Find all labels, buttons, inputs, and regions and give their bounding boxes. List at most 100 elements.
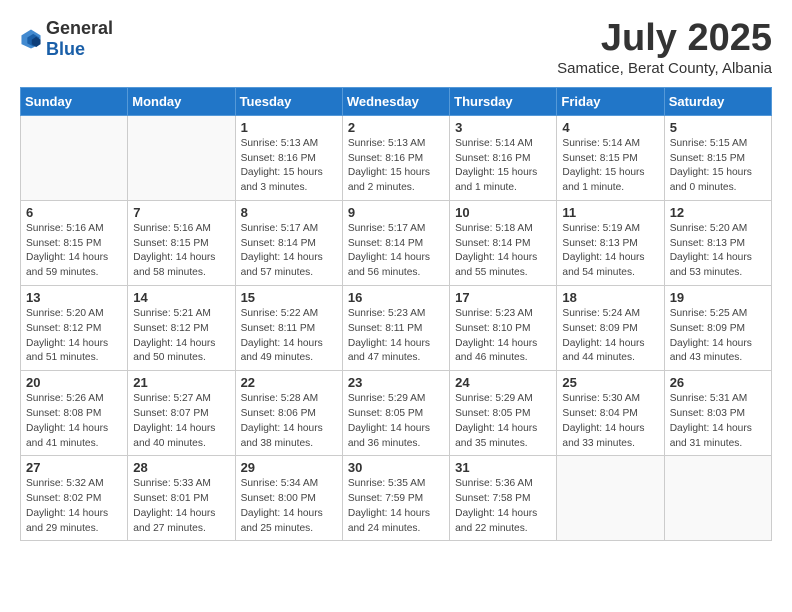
day-info: Sunrise: 5:19 AMSunset: 8:13 PMDaylight:… (562, 222, 658, 281)
day-number: 9 (348, 205, 444, 220)
calendar-cell: 6Sunrise: 5:16 AMSunset: 8:15 PMDaylight… (21, 200, 128, 285)
day-number: 29 (241, 460, 337, 475)
day-info: Sunrise: 5:20 AMSunset: 8:13 PMDaylight:… (670, 222, 766, 281)
day-number: 10 (455, 205, 551, 220)
day-number: 16 (348, 290, 444, 305)
calendar-cell (557, 456, 664, 541)
day-number: 4 (562, 120, 658, 135)
day-number: 26 (670, 375, 766, 390)
calendar-cell: 15Sunrise: 5:22 AMSunset: 8:11 PMDayligh… (235, 286, 342, 371)
calendar-cell: 27 Sunrise: 5:32 AMSunset: 8:02 PMDayligh… (21, 456, 128, 541)
calendar-cell: 7 Sunrise: 5:16 AMSunset: 8:15 PMDaylight… (128, 200, 235, 285)
calendar-cell: 25Sunrise: 5:30 AMSunset: 8:04 PMDayligh… (557, 371, 664, 456)
calendar-cell: 4Sunrise: 5:14 AMSunset: 8:15 PMDaylight… (557, 115, 664, 200)
day-number: 13 (26, 290, 122, 305)
calendar-cell: 9 Sunrise: 5:17 AMSunset: 8:14 PMDaylight… (342, 200, 449, 285)
day-number: 22 (241, 375, 337, 390)
day-info: Sunrise: 5:34 AMSunset: 8:00 PMDaylight:… (241, 477, 337, 536)
page-header: General Blue July 2025 Samatice, Berat C… (20, 18, 772, 77)
calendar-cell: 10 Sunrise: 5:18 AMSunset: 8:14 PMDayligh… (450, 200, 557, 285)
day-number: 31 (455, 460, 551, 475)
calendar-cell: 8Sunrise: 5:17 AMSunset: 8:14 PMDaylight… (235, 200, 342, 285)
day-info: Sunrise: 5:29 AMSunset: 8:05 PMDaylight:… (348, 392, 444, 451)
day-number: 15 (241, 290, 337, 305)
day-number: 28 (133, 460, 229, 475)
day-info: Sunrise: 5:28 AMSunset: 8:06 PMDaylight:… (241, 392, 337, 451)
day-info: Sunrise: 5:16 AMSunset: 8:15 PMDaylight:… (26, 222, 122, 281)
calendar-cell: 1Sunrise: 5:13 AMSunset: 8:16 PMDaylight… (235, 115, 342, 200)
day-number: 19 (670, 290, 766, 305)
calendar-week-3: 13 Sunrise: 5:20 AMSunset: 8:12 PMDayligh… (21, 286, 772, 371)
calendar-cell: 31 Sunrise: 5:36 AMSunset: 7:58 PMDayligh… (450, 456, 557, 541)
calendar-cell: 26 Sunrise: 5:31 AMSunset: 8:03 PMDayligh… (664, 371, 771, 456)
day-info: Sunrise: 5:20 AMSunset: 8:12 PMDaylight:… (26, 307, 122, 366)
calendar-cell: 11 Sunrise: 5:19 AMSunset: 8:13 PMDayligh… (557, 200, 664, 285)
calendar-header-row: Sunday Monday Tuesday Wednesday Thursday… (21, 87, 772, 115)
calendar-cell (128, 115, 235, 200)
calendar-table: Sunday Monday Tuesday Wednesday Thursday… (20, 87, 772, 542)
calendar-cell: 23 Sunrise: 5:29 AMSunset: 8:05 PMDayligh… (342, 371, 449, 456)
logo-general: General (46, 18, 113, 38)
day-number: 27 (26, 460, 122, 475)
day-info: Sunrise: 5:23 AMSunset: 8:11 PMDaylight:… (348, 307, 444, 366)
day-number: 11 (562, 205, 658, 220)
calendar-cell: 16 Sunrise: 5:23 AMSunset: 8:11 PMDayligh… (342, 286, 449, 371)
day-info: Sunrise: 5:13 AMSunset: 8:16 PMDaylight:… (348, 137, 444, 196)
calendar-cell: 20Sunrise: 5:26 AMSunset: 8:08 PMDayligh… (21, 371, 128, 456)
col-friday: Friday (557, 87, 664, 115)
day-number: 12 (670, 205, 766, 220)
logo: General Blue (20, 18, 113, 60)
day-info: Sunrise: 5:17 AMSunset: 8:14 PMDaylight:… (348, 222, 444, 281)
calendar-cell: 19 Sunrise: 5:25 AMSunset: 8:09 PMDayligh… (664, 286, 771, 371)
calendar-cell: 22 Sunrise: 5:28 AMSunset: 8:06 PMDayligh… (235, 371, 342, 456)
day-number: 20 (26, 375, 122, 390)
calendar-cell: 14 Sunrise: 5:21 AMSunset: 8:12 PMDayligh… (128, 286, 235, 371)
day-info: Sunrise: 5:21 AMSunset: 8:12 PMDaylight:… (133, 307, 229, 366)
day-number: 30 (348, 460, 444, 475)
day-info: Sunrise: 5:18 AMSunset: 8:14 PMDaylight:… (455, 222, 551, 281)
calendar-cell: 24Sunrise: 5:29 AMSunset: 8:05 PMDayligh… (450, 371, 557, 456)
day-info: Sunrise: 5:36 AMSunset: 7:58 PMDaylight:… (455, 477, 551, 536)
day-info: Sunrise: 5:13 AMSunset: 8:16 PMDaylight:… (241, 137, 337, 196)
calendar-week-1: 1Sunrise: 5:13 AMSunset: 8:16 PMDaylight… (21, 115, 772, 200)
day-info: Sunrise: 5:16 AMSunset: 8:15 PMDaylight:… (133, 222, 229, 281)
calendar-title: July 2025 (557, 18, 772, 60)
day-number: 5 (670, 120, 766, 135)
day-number: 8 (241, 205, 337, 220)
day-info: Sunrise: 5:31 AMSunset: 8:03 PMDaylight:… (670, 392, 766, 451)
logo-blue: Blue (46, 39, 85, 59)
title-block: July 2025 Samatice, Berat County, Albani… (557, 18, 772, 77)
col-monday: Monday (128, 87, 235, 115)
day-number: 7 (133, 205, 229, 220)
day-info: Sunrise: 5:23 AMSunset: 8:10 PMDaylight:… (455, 307, 551, 366)
calendar-cell: 17 Sunrise: 5:23 AMSunset: 8:10 PMDayligh… (450, 286, 557, 371)
calendar-cell: 3Sunrise: 5:14 AMSunset: 8:16 PMDaylight… (450, 115, 557, 200)
calendar-cell: 30 Sunrise: 5:35 AMSunset: 7:59 PMDayligh… (342, 456, 449, 541)
day-info: Sunrise: 5:24 AMSunset: 8:09 PMDaylight:… (562, 307, 658, 366)
day-info: Sunrise: 5:32 AMSunset: 8:02 PMDaylight:… (26, 477, 122, 536)
calendar-week-2: 6Sunrise: 5:16 AMSunset: 8:15 PMDaylight… (21, 200, 772, 285)
calendar-subtitle: Samatice, Berat County, Albania (557, 60, 772, 77)
calendar-cell (21, 115, 128, 200)
day-number: 21 (133, 375, 229, 390)
day-number: 24 (455, 375, 551, 390)
day-number: 23 (348, 375, 444, 390)
day-number: 14 (133, 290, 229, 305)
logo-icon (20, 28, 42, 50)
day-info: Sunrise: 5:33 AMSunset: 8:01 PMDaylight:… (133, 477, 229, 536)
col-thursday: Thursday (450, 87, 557, 115)
calendar-cell: 2 Sunrise: 5:13 AMSunset: 8:16 PMDaylight… (342, 115, 449, 200)
day-info: Sunrise: 5:35 AMSunset: 7:59 PMDaylight:… (348, 477, 444, 536)
calendar-cell: 5 Sunrise: 5:15 AMSunset: 8:15 PMDaylight… (664, 115, 771, 200)
day-info: Sunrise: 5:27 AMSunset: 8:07 PMDaylight:… (133, 392, 229, 451)
col-sunday: Sunday (21, 87, 128, 115)
calendar-cell: 13 Sunrise: 5:20 AMSunset: 8:12 PMDayligh… (21, 286, 128, 371)
calendar-cell: 12 Sunrise: 5:20 AMSunset: 8:13 PMDayligh… (664, 200, 771, 285)
day-info: Sunrise: 5:15 AMSunset: 8:15 PMDaylight:… (670, 137, 766, 196)
calendar-week-4: 20Sunrise: 5:26 AMSunset: 8:08 PMDayligh… (21, 371, 772, 456)
day-info: Sunrise: 5:25 AMSunset: 8:09 PMDaylight:… (670, 307, 766, 366)
day-number: 2 (348, 120, 444, 135)
day-info: Sunrise: 5:14 AMSunset: 8:16 PMDaylight:… (455, 137, 551, 196)
calendar-cell: 29 Sunrise: 5:34 AMSunset: 8:00 PMDayligh… (235, 456, 342, 541)
day-number: 17 (455, 290, 551, 305)
